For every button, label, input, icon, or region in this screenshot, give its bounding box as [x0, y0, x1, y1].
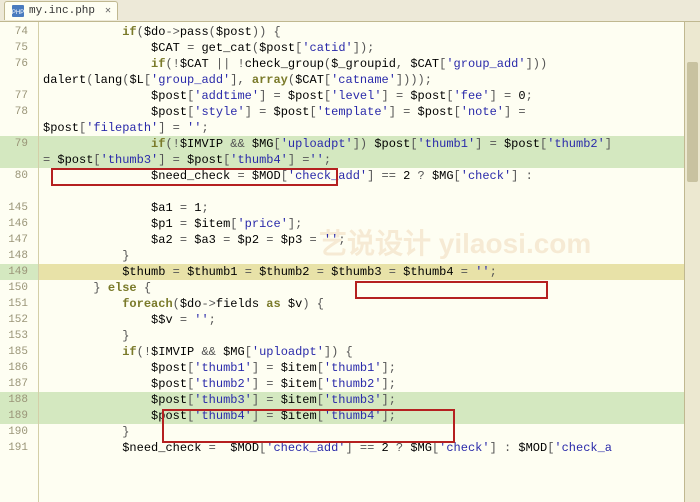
line-number	[0, 184, 38, 200]
php-file-icon: PHP	[11, 4, 25, 18]
line-number: 74	[0, 24, 38, 40]
line-number: 188	[0, 392, 38, 408]
line-number: 78	[0, 104, 38, 120]
tab-bar: PHP my.inc.php ✕	[0, 0, 700, 22]
code-line[interactable]: $post['thumb4'] = $item['thumb4'];	[39, 408, 700, 424]
line-number: 153	[0, 328, 38, 344]
tab-filename: my.inc.php	[29, 5, 95, 17]
code-line[interactable]: }	[39, 424, 700, 440]
code-line[interactable]: $post['thumb3'] = $item['thumb3'];	[39, 392, 700, 408]
line-number	[0, 152, 38, 168]
code-line[interactable]: $p1 = $item['price'];	[39, 216, 700, 232]
line-number: 186	[0, 360, 38, 376]
code-line[interactable]: $CAT = get_cat($post['catid']);	[39, 40, 700, 56]
code-line[interactable]: $a1 = 1;	[39, 200, 700, 216]
code-line[interactable]: } else {	[39, 280, 700, 296]
scrollbar-thumb[interactable]	[687, 62, 698, 182]
line-number: 152	[0, 312, 38, 328]
line-number	[0, 120, 38, 136]
line-number: 76	[0, 56, 38, 72]
code-line[interactable]: }	[39, 248, 700, 264]
code-line[interactable]: if(!$IMVIP && $MG['uploadpt']) $post['th…	[39, 136, 700, 152]
line-number	[0, 72, 38, 88]
line-number: 185	[0, 344, 38, 360]
line-number: 149	[0, 264, 38, 280]
line-number-gutter: 747576 7778 79 80 14514614714814915015115215…	[0, 22, 39, 502]
line-number: 148	[0, 248, 38, 264]
code-line[interactable]	[39, 184, 700, 200]
code-line[interactable]: if(!$IMVIP && $MG['uploadpt']) {	[39, 344, 700, 360]
editor-tab[interactable]: PHP my.inc.php ✕	[4, 1, 118, 20]
code-line[interactable]: $post['addtime'] = $post['level'] = $pos…	[39, 88, 700, 104]
code-line[interactable]: $post['thumb1'] = $item['thumb1'];	[39, 360, 700, 376]
code-line[interactable]: $need_check = $MOD['check_add'] == 2 ? $…	[39, 440, 700, 456]
code-line[interactable]: = $post['thumb3'] = $post['thumb4'] ='';	[39, 152, 700, 168]
code-line[interactable]: foreach($do->fields as $v) {	[39, 296, 700, 312]
code-line[interactable]: $post['style'] = $post['template'] = $po…	[39, 104, 700, 120]
line-number: 147	[0, 232, 38, 248]
code-line[interactable]: $post['filepath'] = '';	[39, 120, 700, 136]
code-line[interactable]: $need_check = $MOD['check_add'] == 2 ? $…	[39, 168, 700, 184]
code-line[interactable]: $post['thumb2'] = $item['thumb2'];	[39, 376, 700, 392]
line-number: 80	[0, 168, 38, 184]
close-icon[interactable]: ✕	[105, 5, 111, 17]
code-area[interactable]: 艺说设计 yilaosi.com if($do->pass($post)) { …	[39, 22, 700, 502]
code-line[interactable]: if(!$CAT || !check_group($_groupid, $CAT…	[39, 56, 700, 72]
line-number: 190	[0, 424, 38, 440]
code-line[interactable]: $$v = '';	[39, 312, 700, 328]
code-line[interactable]: if($do->pass($post)) {	[39, 24, 700, 40]
vertical-scrollbar[interactable]	[684, 22, 700, 502]
code-editor: 747576 7778 79 80 14514614714814915015115215…	[0, 22, 700, 502]
line-number: 151	[0, 296, 38, 312]
code-line[interactable]: }	[39, 328, 700, 344]
line-number: 79	[0, 136, 38, 152]
svg-text:PHP: PHP	[12, 10, 24, 16]
line-number: 187	[0, 376, 38, 392]
line-number: 189	[0, 408, 38, 424]
code-line[interactable]: $a2 = $a3 = $p2 = $p3 = '';	[39, 232, 700, 248]
line-number: 145	[0, 200, 38, 216]
line-number: 146	[0, 216, 38, 232]
code-line[interactable]: $thumb = $thumb1 = $thumb2 = $thumb3 = $…	[39, 264, 700, 280]
line-number: 75	[0, 40, 38, 56]
line-number: 150	[0, 280, 38, 296]
line-number: 77	[0, 88, 38, 104]
line-number: 191	[0, 440, 38, 456]
code-line[interactable]: dalert(lang($L['group_add'], array($CAT[…	[39, 72, 700, 88]
